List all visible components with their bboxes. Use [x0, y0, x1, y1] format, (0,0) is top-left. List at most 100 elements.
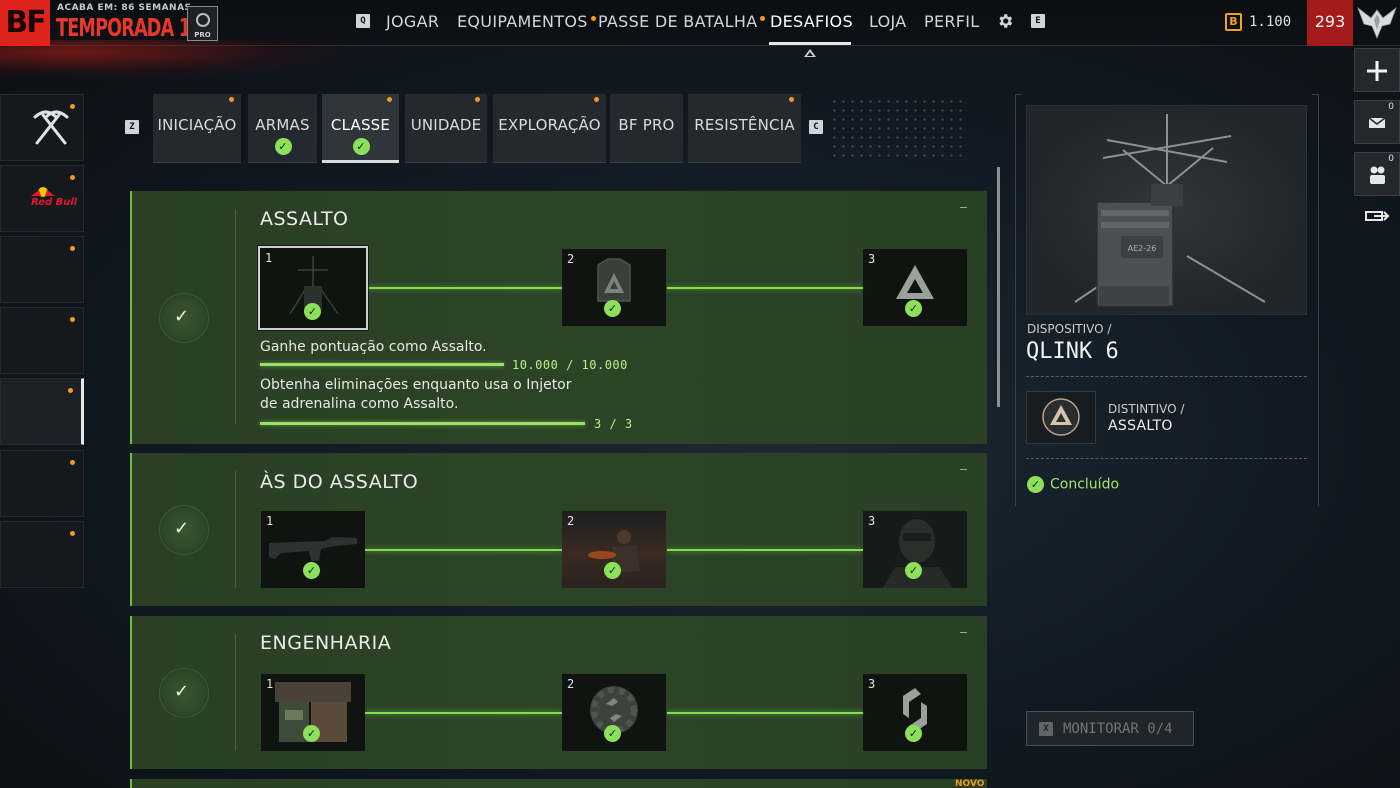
sidebar-card-4[interactable] — [0, 307, 84, 374]
completed-check-icon: ✓ — [304, 303, 321, 320]
new-tag: NOVO — [955, 779, 985, 788]
notification-dot — [70, 460, 75, 465]
tier-1-reward-weapon-skin[interactable]: 1 ✓ — [261, 511, 365, 588]
nav-jogar[interactable]: JOGAR — [386, 12, 439, 31]
mail-button[interactable]: 0 — [1354, 100, 1400, 144]
tab-unidade[interactable]: UNIDADE — [405, 94, 487, 163]
plus-icon — [1367, 61, 1387, 81]
notification-dot — [229, 97, 234, 102]
nav-caret-icon — [804, 49, 816, 57]
completed-check-icon: ✓ — [1027, 476, 1044, 493]
notification-dot — [70, 531, 75, 536]
completed-check-icon: ✓ — [604, 725, 621, 742]
challenge-card-assalto[interactable]: ✓ ASSALTO 1 ✓ 2 ✓ 3 ✓ Ganhe pontuação co… — [130, 191, 987, 444]
tier-2-reward-tag[interactable]: 2 ✓ — [562, 249, 666, 326]
sidebar-card-3[interactable] — [0, 236, 84, 303]
dashed-divider — [1026, 376, 1307, 377]
sidebar-card-6[interactable] — [0, 450, 84, 517]
completed-check-icon: ✓ — [303, 562, 320, 579]
tab-exploracao[interactable]: EXPLORAÇÃO — [493, 94, 606, 163]
tier-1-reward-qlink[interactable]: 1 ✓ — [258, 246, 368, 330]
player-level[interactable]: 293 — [1307, 0, 1353, 46]
tier-2-reward-soldier-card[interactable]: 2 ✓ — [562, 511, 666, 588]
nav-prev-key: Q — [356, 14, 370, 28]
tier-3-reward-operator[interactable]: 3 ✓ — [863, 511, 967, 588]
tab-classe[interactable]: CLASSE ✓ — [322, 94, 399, 163]
sidebar-card-pickaxes[interactable] — [0, 94, 84, 161]
tier-connector — [667, 549, 863, 551]
objective-1-progress-value: 10.000 / 10.000 — [512, 358, 628, 372]
squad-button[interactable]: 0 — [1354, 152, 1400, 196]
badge-thumbnail[interactable] — [1026, 391, 1096, 444]
nav-equipamentos[interactable]: EQUIPAMENTOS — [457, 12, 596, 31]
reward-name: QLINK 6 — [1026, 339, 1119, 364]
completed-check-icon: ✓ — [604, 300, 621, 317]
challenge-card-as-do-assalto[interactable]: ✓ ÀS DO ASSALTO 1 ✓ 2 ✓ 3 ✓ — [130, 453, 987, 606]
tab-prev-key: Z — [125, 120, 139, 134]
notification-dot — [387, 97, 392, 102]
notification-dot — [70, 246, 75, 251]
redbull-label: Red Bull — [31, 197, 78, 208]
sidebar-card-7[interactable] — [0, 521, 84, 588]
completion-status: ✓ Concluído — [1027, 476, 1119, 493]
collapse-icon[interactable] — [960, 632, 967, 633]
tier-connector — [365, 549, 562, 551]
objective-1-progress-bar — [260, 363, 504, 366]
challenge-card-engenharia[interactable]: ✓ ENGENHARIA 1 ✓ 2 ✓ 3 ✓ — [130, 616, 987, 769]
tab-resistencia[interactable]: RESISTÊNCIA — [688, 94, 801, 163]
tab-label: EXPLORAÇÃO — [498, 116, 601, 134]
tab-iniciacao[interactable]: INICIAÇÃO — [153, 94, 241, 163]
pro-rank-icon — [196, 13, 210, 27]
rank-eagle-icon[interactable] — [1356, 4, 1398, 42]
notification-dot — [789, 97, 794, 102]
challenge-card-next[interactable] — [130, 779, 987, 788]
tier-1-reward-supply-crate[interactable]: 1 ✓ — [261, 674, 365, 751]
tier-3-reward-engineer-emblem[interactable]: 3 ✓ — [863, 674, 967, 751]
assault-badge-icon — [1042, 398, 1080, 436]
objective-2-line-2: de adrenalina como Assalto. — [260, 396, 459, 412]
completed-check-icon: ✓ — [352, 138, 370, 155]
season-title[interactable]: TEMPORADA 1 — [56, 13, 191, 42]
card-divider — [235, 471, 236, 588]
status-text: Concluído — [1050, 476, 1120, 493]
nav-perfil[interactable]: PERFIL — [924, 12, 980, 31]
tab-bf-pro[interactable]: BF PRO — [610, 94, 683, 163]
challenges-scrollbar[interactable] — [997, 167, 1000, 407]
completed-badge-icon: ✓ — [159, 668, 209, 718]
tab-label: CLASSE — [330, 116, 391, 134]
monitor-label: MONITORAR 0/4 — [1063, 721, 1173, 737]
collapse-icon[interactable] — [960, 469, 967, 470]
monitor-button[interactable]: X MONITORAR 0/4 — [1026, 711, 1194, 746]
pro-badge[interactable]: PRO — [187, 6, 218, 41]
nav-desafios[interactable]: DESAFIOS — [770, 12, 853, 31]
dashed-divider — [1026, 458, 1307, 459]
decorative-dot-grid — [830, 97, 965, 161]
notification-dot — [70, 317, 75, 322]
tab-armas[interactable]: ARMAS ✓ — [248, 94, 317, 163]
nav-loja[interactable]: LOJA — [869, 12, 907, 31]
completed-check-icon: ✓ — [604, 562, 621, 579]
notification-dot — [590, 16, 596, 21]
nav-passe-de-batalha[interactable]: PASSE DE BATALHA — [598, 12, 766, 31]
squad-count: 0 — [1388, 154, 1394, 164]
collapse-icon[interactable] — [960, 207, 967, 208]
nav-label: DESAFIOS — [770, 12, 853, 31]
card-divider — [235, 209, 236, 424]
pro-label: PRO — [194, 31, 211, 39]
completed-check-icon: ✓ — [905, 562, 922, 579]
nav-label: JOGAR — [386, 12, 440, 31]
objective-2-line-1: Obtenha eliminações enquanto usa o Injet… — [260, 377, 572, 393]
sidebar-card-5-selected[interactable] — [0, 378, 84, 445]
tier-2-reward-engineer-tag[interactable]: 2 ✓ — [562, 674, 666, 751]
tab-label: UNIDADE — [410, 116, 482, 134]
gear-icon[interactable] — [996, 12, 1014, 30]
exit-icon[interactable] — [1364, 206, 1390, 226]
add-button[interactable] — [1354, 48, 1400, 92]
completed-badge-icon: ✓ — [159, 293, 209, 343]
card-divider — [235, 634, 236, 751]
tier-3-reward-emblem[interactable]: 3 ✓ — [863, 249, 967, 326]
notification-dot — [475, 97, 480, 102]
tab-label: INICIAÇÃO — [157, 116, 237, 134]
challenge-title: ASSALTO — [260, 208, 349, 230]
badge-category: DISTINTIVO / — [1108, 402, 1185, 416]
